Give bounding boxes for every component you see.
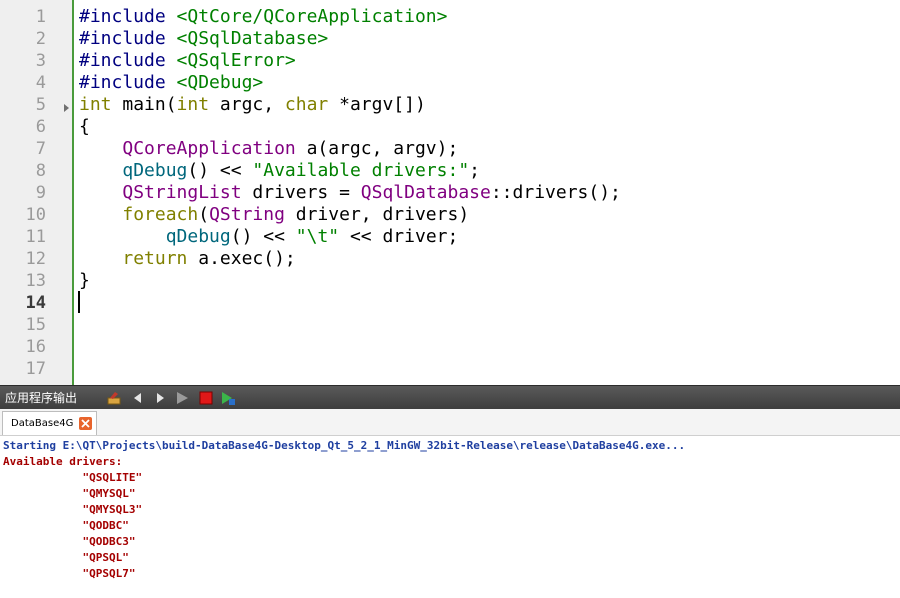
line-number: 15 (25, 315, 46, 335)
code-token: QStringList (122, 182, 242, 203)
code-token: << driver; (339, 226, 459, 247)
line-number: 16 (25, 337, 46, 357)
application-output-log[interactable]: Starting E:\QT\Projects\build-DataBase4G… (0, 436, 900, 598)
code-line: #include <QSqlError> (79, 50, 296, 72)
line-number: 1 (35, 7, 46, 27)
code-token: qDebug (165, 226, 231, 247)
code-token: int (79, 94, 112, 115)
code-token: a.exec(); (187, 248, 296, 269)
build-icon[interactable] (106, 390, 122, 406)
code-token: #include (79, 72, 177, 93)
fold-arrow-icon[interactable] (64, 104, 69, 112)
code-token: *argv[]) (328, 94, 426, 115)
line-number: 6 (35, 117, 46, 137)
code-line: QStringList drivers = QSqlDatabase::driv… (79, 182, 621, 204)
stop-icon[interactable] (198, 390, 214, 406)
code-token: ::drivers(); (490, 182, 621, 203)
log-line: "QMYSQL3" (3, 503, 143, 516)
code-line: QCoreApplication a(argc, argv); (79, 138, 458, 160)
output-pane-title: 应用程序输出 (5, 391, 78, 405)
log-line: Available drivers: (3, 455, 123, 468)
code-token: int (176, 94, 210, 115)
code-token: <QtCore/QCoreApplication> (176, 6, 448, 27)
log-line: "QODBC" (3, 519, 129, 532)
log-line: "QPSQL7" (3, 567, 136, 580)
line-number: 3 (35, 51, 46, 71)
line-number: 5 (35, 95, 46, 115)
log-line: "QSQLITE" (3, 471, 143, 484)
output-tab-bar: DataBase4G (0, 409, 900, 436)
code-token: foreach (122, 204, 199, 225)
code-token: <QSqlError> (176, 50, 296, 71)
output-pane-toolbar: 应用程序输出 (0, 385, 900, 410)
code-token: () << (230, 226, 296, 247)
code-token: #include (79, 50, 177, 71)
code-token: return (122, 248, 188, 269)
code-token: "Available drivers:" (252, 160, 470, 181)
code-line: qDebug() << "Available drivers:"; (79, 160, 480, 182)
code-line: #include <QSqlDatabase> (79, 28, 328, 50)
line-number: 7 (35, 139, 46, 159)
run-icon[interactable] (174, 390, 190, 406)
code-line: return a.exec(); (79, 248, 296, 270)
code-token: QString (209, 204, 285, 225)
tab-label: DataBase4G (11, 418, 74, 429)
debug-run-icon[interactable] (220, 390, 236, 406)
line-number: 17 (25, 359, 46, 379)
code-line: #include <QtCore/QCoreApplication> (79, 6, 447, 28)
next-arrow-icon[interactable] (152, 390, 168, 406)
code-line: #include <QDebug> (79, 72, 263, 94)
log-line: Starting E:\QT\Projects\build-DataBase4G… (3, 439, 686, 452)
code-token: argc, (209, 94, 285, 115)
tab-database4g[interactable]: DataBase4G (2, 411, 98, 435)
code-token: #include (79, 6, 177, 27)
code-token: ( (198, 204, 210, 225)
code-token: "\t" (295, 226, 340, 247)
log-line: "QODBC3" (3, 535, 136, 548)
line-number: 4 (35, 73, 46, 93)
code-token: a(argc, argv); (295, 138, 459, 159)
line-number: 9 (35, 183, 46, 203)
code-token: qDebug (122, 160, 188, 181)
code-token: { (79, 116, 90, 137)
code-token: <QSqlDatabase> (176, 28, 329, 49)
code-editor[interactable]: 1 2 3 4 5 6 7 8 9 10 11 12 13 14 15 16 17 #include <QtCo… (0, 0, 900, 385)
code-token: <QDebug> (176, 72, 264, 93)
code-token: #include (79, 28, 177, 49)
log-line: "QMYSQL" (3, 487, 136, 500)
close-icon[interactable] (79, 417, 93, 430)
code-token: char (284, 94, 329, 115)
line-number: 11 (25, 227, 46, 247)
line-number: 8 (35, 161, 46, 181)
prev-arrow-icon[interactable] (130, 390, 146, 406)
code-line: foreach(QString driver, drivers) (79, 204, 469, 226)
line-number: 10 (25, 205, 46, 225)
code-token: () << (187, 160, 253, 181)
code-line: qDebug() << "\t" << driver; (79, 226, 459, 248)
code-token: main( (111, 94, 177, 115)
code-token: QSqlDatabase (360, 182, 491, 203)
log-line: "QPSQL" (3, 551, 129, 564)
line-number-gutter: 1 2 3 4 5 6 7 8 9 10 11 12 13 14 15 16 17 (0, 0, 74, 385)
line-number: 12 (25, 249, 46, 269)
code-line: { (79, 116, 90, 138)
code-token: drivers = (241, 182, 361, 203)
code-line: } (79, 270, 90, 292)
code-token: } (79, 270, 90, 291)
code-line: int main(int argc, char *argv[]) (79, 94, 426, 116)
line-number: 14 (25, 293, 46, 313)
line-number: 2 (35, 29, 46, 49)
text-cursor (78, 291, 80, 313)
line-number: 13 (25, 271, 46, 291)
code-token: QCoreApplication (122, 138, 296, 159)
code-token: ; (469, 160, 481, 181)
code-token: driver, drivers) (284, 204, 470, 225)
